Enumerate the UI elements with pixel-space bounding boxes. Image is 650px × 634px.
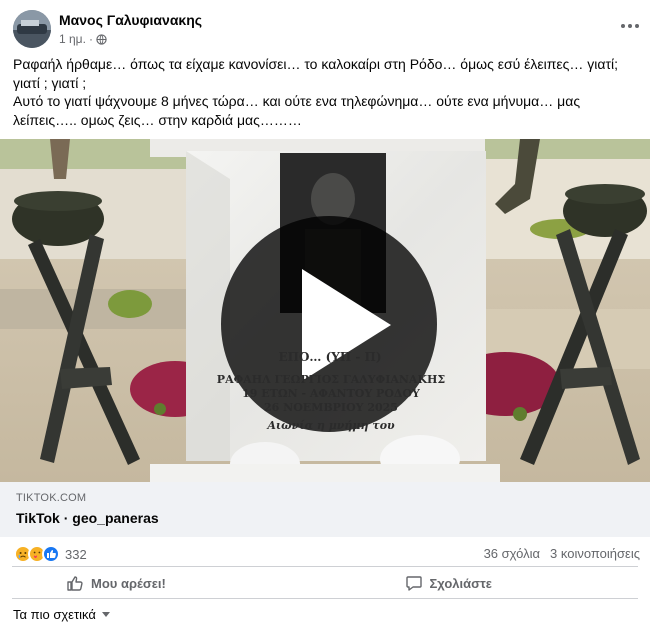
- divider: [12, 598, 638, 599]
- more-options-icon[interactable]: [618, 14, 642, 38]
- link-title[interactable]: TikTok · geo_paneras: [16, 510, 159, 526]
- comment-label: Σχολιάστε: [429, 575, 492, 591]
- memorial-inscription-3: 19 ΕΤΩΝ - ΑΦΑΝΤΟΥ ΡΟΔΟΥ: [242, 387, 420, 400]
- share-count[interactable]: 3 κοινοποιήσεις: [550, 546, 640, 561]
- post-timestamp[interactable]: 1 ημ.: [59, 32, 86, 46]
- memorial-inscription-5: Αιωνία η μνήμη του: [266, 419, 395, 432]
- memorial-inscription-4: 26 ΝΟΕΜΒΡΙΟΥ 2025: [264, 401, 398, 414]
- caption-line: Αυτό το γιατί ψάχνουμε 8 μήνες τώρα… και…: [13, 93, 581, 109]
- divider: [12, 566, 638, 567]
- author-avatar[interactable]: [13, 10, 51, 48]
- engagement-counts: 36 σχόλια 3 κοινοποιήσεις: [484, 546, 640, 561]
- comment-button[interactable]: Σχολιάστε: [300, 568, 639, 598]
- comment-sort-dropdown[interactable]: Τα πιο σχετικά: [13, 607, 110, 622]
- like-reaction-icon: [42, 545, 60, 563]
- author-name[interactable]: Μανος Γαλυφιανακης: [59, 12, 202, 28]
- action-bar: Μου αρέσει! Σχολιάστε: [12, 568, 638, 598]
- thumbs-up-icon: [67, 576, 83, 591]
- link-preview[interactable]: TIKTOK.COM TikTok · geo_paneras: [0, 482, 650, 537]
- reaction-count: 332: [65, 546, 87, 562]
- caption-line: Ραφαήλ ήρθαμε… όπως τα είχαμε κανονίσει……: [13, 56, 619, 72]
- facebook-post: Μανος Γαλυφιανακης 1 ημ. · Ραφαήλ ήρθαμε…: [0, 0, 650, 634]
- memorial-inscription-1: ΕΠΟ… (ΥΠ - Π): [278, 350, 381, 364]
- comment-count[interactable]: 36 σχόλια: [484, 546, 540, 561]
- like-button[interactable]: Μου αρέσει!: [12, 568, 300, 598]
- comment-sort-label: Τα πιο σχετικά: [13, 607, 96, 622]
- comment-icon: [405, 576, 422, 591]
- caption-line: γιατί ; γιατί ;: [13, 74, 87, 91]
- caption-line: λείπεις….. ομως ζεις… στην καρδιά μας………: [13, 111, 302, 128]
- like-label: Μου αρέσει!: [91, 575, 166, 591]
- post-caption: Ραφαήλ ήρθαμε… όπως τα είχαμε κανονίσει……: [13, 55, 633, 129]
- reaction-summary[interactable]: 332: [14, 544, 87, 564]
- chevron-down-icon: [101, 612, 110, 617]
- link-domain: TIKTOK.COM: [16, 492, 87, 504]
- memorial-inscription-2: ΡΑΦΑΗΛ ΓΕΩΡΓΙΟΣ ΓΑΛΥΦΙΑΝΑΚΗΣ: [217, 373, 446, 386]
- post-meta: 1 ημ. ·: [59, 32, 107, 46]
- video-thumbnail[interactable]: ΕΠΟ… (ΥΠ - Π) ΡΑΦΑΗΛ ΓΕΩΡΓΙΟΣ ΓΑΛΥΦΙΑΝΑΚ…: [0, 139, 650, 482]
- meta-separator: ·: [88, 32, 93, 46]
- globe-icon: [96, 33, 107, 45]
